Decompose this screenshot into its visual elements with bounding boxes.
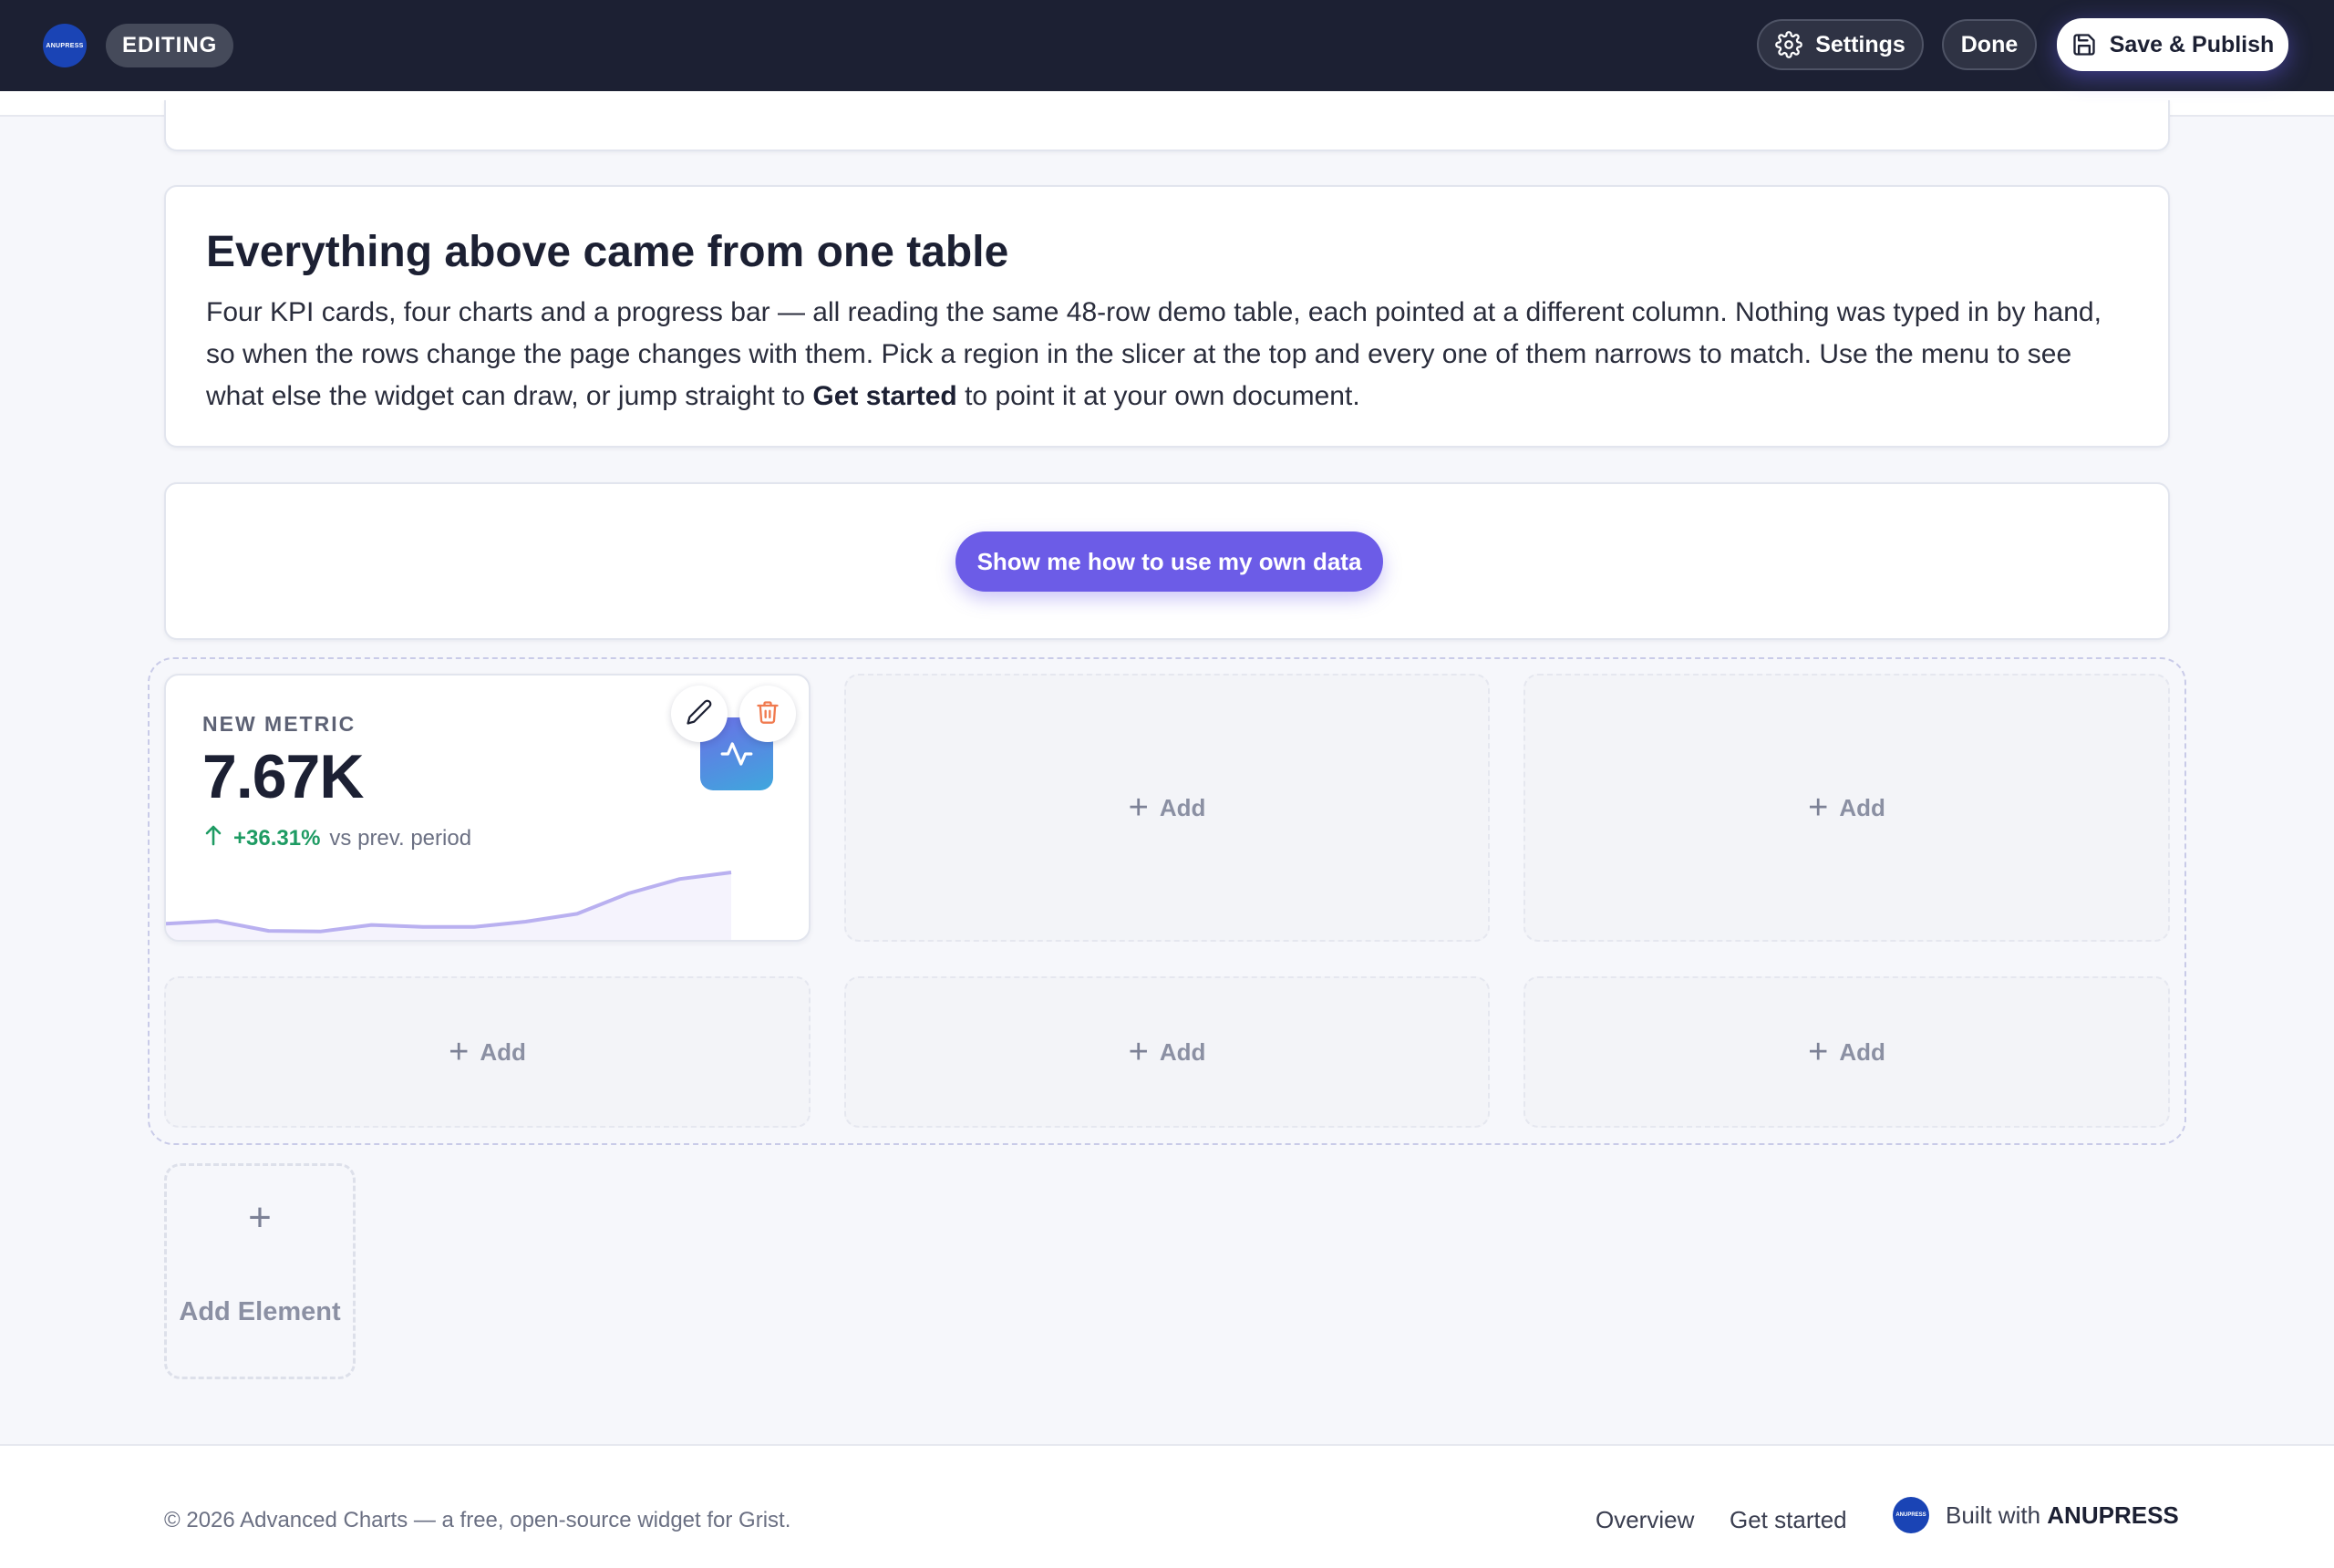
- get-started-mention: Get started: [812, 381, 957, 411]
- add-slot-button[interactable]: + Add: [1523, 976, 2170, 1128]
- pencil-icon: [686, 698, 713, 730]
- done-button[interactable]: Done: [1942, 19, 2037, 70]
- editing-badge: EDITING: [106, 24, 234, 67]
- built-with-prefix: Built with: [1946, 1501, 2041, 1529]
- add-element-button[interactable]: + Add Element: [164, 1163, 356, 1379]
- logo-text: ANUPRESS: [46, 42, 84, 49]
- gear-icon: [1775, 31, 1803, 58]
- info-card-title: Everything above came from one table: [206, 228, 1009, 276]
- plus-icon: +: [1128, 789, 1149, 827]
- add-slot-button[interactable]: + Add: [844, 674, 1490, 942]
- metric-sparkline: [166, 871, 732, 940]
- save-publish-label: Save & Publish: [2109, 31, 2275, 57]
- plus-icon: +: [1808, 789, 1829, 827]
- settings-label: Settings: [1815, 31, 1905, 57]
- use-own-data-button[interactable]: Show me how to use my own data: [955, 531, 1383, 592]
- done-label: Done: [1960, 31, 2019, 57]
- metric-delta-percent: +36.31%: [233, 825, 321, 851]
- footer-copyright: © 2026 Advanced Charts — a free, open-so…: [164, 1508, 791, 1532]
- add-slot-label: Add: [1159, 1037, 1206, 1066]
- add-slot-button[interactable]: + Add: [844, 976, 1490, 1128]
- metric-delta-suffix: vs prev. period: [329, 825, 472, 851]
- edit-metric-button[interactable]: [671, 686, 728, 742]
- settings-button[interactable]: Settings: [1757, 19, 1924, 70]
- info-card-body: Four KPI cards, four charts and a progre…: [206, 292, 2128, 418]
- footer-link-overview[interactable]: Overview: [1596, 1506, 1694, 1534]
- add-slot-button[interactable]: + Add: [1523, 674, 2170, 942]
- add-slot-label: Add: [1839, 1037, 1885, 1066]
- info-card: Everything above came from one table Fou…: [164, 185, 2170, 448]
- plus-icon: +: [248, 1195, 272, 1240]
- anupress-logo: ANUPRESS: [1893, 1497, 1929, 1533]
- add-element-label: Add Element: [179, 1297, 341, 1326]
- page-footer: © 2026 Advanced Charts — a free, open-so…: [0, 1444, 2334, 1568]
- add-slot-label: Add: [1159, 793, 1206, 821]
- built-with-brand: ANUPRESS: [2047, 1501, 2179, 1529]
- add-slot-label: Add: [1839, 793, 1885, 821]
- previous-card-bottom: [164, 100, 2170, 151]
- plus-icon: +: [1808, 1033, 1829, 1071]
- built-with-text: Built with ANUPRESS: [1946, 1501, 2179, 1530]
- add-slot-button[interactable]: + Add: [164, 976, 811, 1128]
- metric-delta: +36.31% vs prev. period: [202, 823, 471, 853]
- built-with-badge[interactable]: ANUPRESS Built with ANUPRESS: [1893, 1497, 2179, 1533]
- save-publish-button[interactable]: Save & Publish: [2057, 18, 2288, 71]
- floppy-disk-icon: [2071, 32, 2097, 57]
- plus-icon: +: [449, 1033, 470, 1071]
- metric-value: 7.67K: [202, 742, 364, 811]
- sparkline-area: [166, 872, 731, 940]
- footer-link-get-started[interactable]: Get started: [1730, 1506, 1847, 1534]
- logo-text: ANUPRESS: [1895, 1512, 1926, 1518]
- editor-toolbar: ANUPRESS EDITING Settings Done Save & Pu…: [0, 0, 2334, 91]
- plus-icon: +: [1128, 1033, 1149, 1071]
- anupress-logo: ANUPRESS: [43, 24, 87, 67]
- info-card-text-2: to point it at your own document.: [956, 381, 1360, 411]
- arrow-up-icon: [202, 823, 224, 853]
- delete-metric-button[interactable]: [739, 686, 796, 742]
- trash-icon: [755, 699, 780, 729]
- cta-card: Show me how to use my own data: [164, 482, 2170, 640]
- add-slot-label: Add: [480, 1037, 526, 1066]
- metric-label: NEW METRIC: [202, 712, 356, 736]
